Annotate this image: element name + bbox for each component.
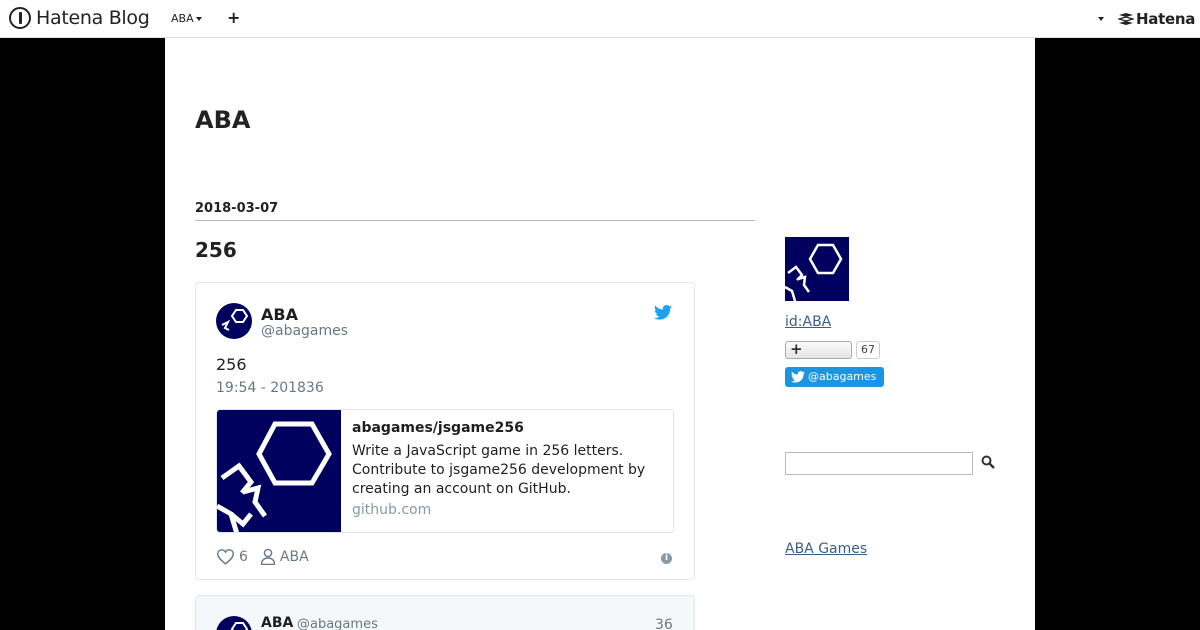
entry-title[interactable]: 256 <box>195 238 237 262</box>
hatena-blog-logo[interactable]: Hatena Blog <box>9 7 150 29</box>
twitter-follow-label: @abagames <box>808 370 877 383</box>
search-input[interactable] <box>785 452 973 475</box>
entry-date[interactable]: 2018-03-07 <box>195 201 755 221</box>
hatena-logo-icon <box>1118 13 1134 25</box>
embedded-tweet: ABA @abagames 256 19:54 - 201836 abagame… <box>195 282 695 580</box>
heart-icon[interactable] <box>216 548 235 565</box>
tweet-author-link[interactable]: ABA <box>280 549 309 565</box>
info-icon[interactable]: i <box>661 553 672 564</box>
like-count[interactable]: 6 <box>239 549 248 565</box>
link-preview-image <box>217 410 341 532</box>
tweet-author-name[interactable]: ABA <box>261 305 298 324</box>
profile-avatar[interactable] <box>785 237 849 301</box>
hatena-blog-logo-icon <box>9 7 31 29</box>
twitter-follow-button[interactable]: @abagames <box>785 367 884 387</box>
tweet-author-handle[interactable]: @abagames <box>261 323 348 339</box>
search-icon <box>981 455 995 469</box>
logo-text: Hatena Blog <box>36 7 150 29</box>
blog-switcher-label: ABA <box>171 12 194 25</box>
user-menu-caret-icon[interactable] <box>1098 17 1104 21</box>
caret-down-icon <box>195 16 202 21</box>
blog-title[interactable]: ABA <box>195 106 250 134</box>
global-header: Hatena Blog ABA + Hatena <box>0 0 1200 38</box>
plus-icon: + <box>790 340 803 358</box>
subscriber-count[interactable]: 67 <box>856 341 880 359</box>
link-preview-description: Write a JavaScript game in 256 letters. … <box>352 443 646 496</box>
aba-games-link[interactable]: ABA Games <box>785 541 867 557</box>
tweet-2-count: 36 <box>655 617 673 630</box>
link-preview-title: abagames/jsgame256 <box>352 420 524 436</box>
tweet-actions: 6 ABA <box>216 548 321 565</box>
tweet-2-author-avatar[interactable] <box>216 616 252 630</box>
new-post-button[interactable]: + <box>227 8 240 27</box>
search-button[interactable] <box>980 454 1000 474</box>
profile-id-link[interactable]: id:ABA <box>785 314 831 330</box>
tweet-2-author-name[interactable]: ABA <box>261 615 293 630</box>
tweet-author-avatar[interactable] <box>216 303 252 339</box>
hatena-logo-link[interactable]: Hatena <box>1118 10 1195 28</box>
twitter-bird-icon[interactable] <box>654 305 672 324</box>
tweet-text: 256 <box>216 355 247 374</box>
tweet-2-author-handle[interactable]: @abagames <box>297 617 378 630</box>
subscribe-button[interactable]: + <box>785 340 852 359</box>
link-preview-card[interactable]: abagames/jsgame256 Write a JavaScript ga… <box>216 409 674 533</box>
tweet-timestamp[interactable]: 19:54 - 201836 <box>216 380 324 396</box>
twitter-bird-icon <box>791 371 805 383</box>
hatena-logo-text: Hatena <box>1136 10 1196 28</box>
blog-switcher-menu[interactable]: ABA <box>171 12 202 25</box>
blog-page: ABA 2018-03-07 256 ABA @abagames 256 19:… <box>165 38 1035 630</box>
person-icon[interactable] <box>260 548 276 565</box>
link-preview-domain: github.com <box>352 502 432 518</box>
embedded-tweet-2: ABA @abagames 36 <box>195 595 695 630</box>
